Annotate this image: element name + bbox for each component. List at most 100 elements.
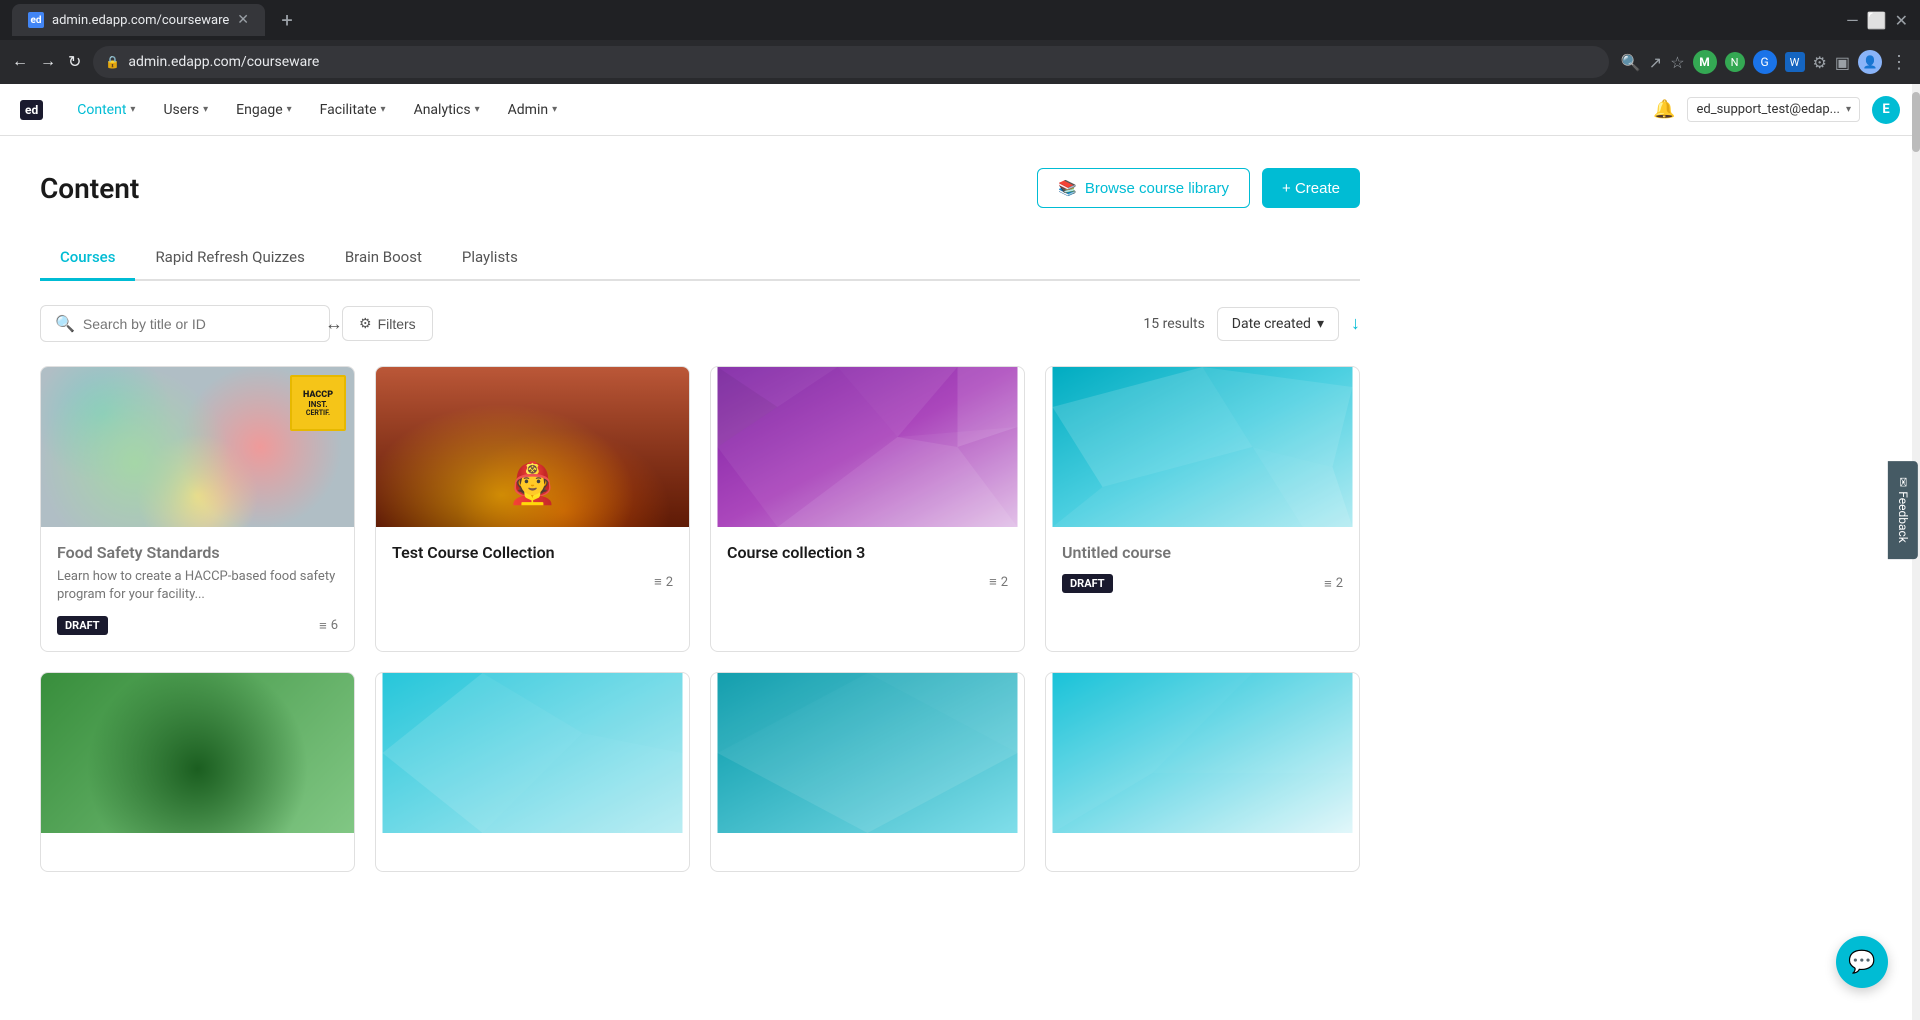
window-controls: — ⬜ ✕ — [1846, 11, 1908, 30]
logo-box: ed — [20, 100, 43, 120]
user-avatar[interactable]: E — [1872, 96, 1900, 124]
card-footer-1: DRAFT ≡ 6 — [57, 616, 338, 635]
nav-users[interactable]: Users ▾ — [151, 84, 220, 136]
card-title-3: Course collection 3 — [727, 543, 1008, 562]
app-logo[interactable]: ed — [20, 100, 49, 120]
course-card-6[interactable] — [375, 672, 690, 872]
course-card-image-7 — [711, 673, 1024, 833]
lesson-count-1: ≡ 6 — [319, 618, 338, 634]
facilitate-chevron-icon: ▾ — [381, 104, 386, 115]
nav-facilitate[interactable]: Facilitate ▾ — [308, 84, 398, 136]
share-icon[interactable]: ↗ — [1649, 53, 1662, 72]
app-container: ed Content ▾ Users ▾ Engage ▾ Facilitate… — [0, 84, 1920, 1020]
refresh-button[interactable]: ↻ — [68, 52, 81, 72]
chat-bubble[interactable]: 💬 — [1836, 936, 1888, 988]
address-field[interactable]: 🔒 admin.edapp.com/courseware — [93, 46, 1608, 78]
nav-content[interactable]: Content ▾ — [65, 84, 147, 136]
tab-playlists[interactable]: Playlists — [442, 236, 538, 281]
results-count: 15 results — [1143, 316, 1204, 332]
course-card-5[interactable] — [40, 672, 355, 872]
sidebar-toggle-icon[interactable]: ▣ — [1835, 53, 1850, 72]
card-body-3: Course collection 3 ≡ 2 — [711, 527, 1024, 606]
course-card-image-blue — [1046, 367, 1359, 527]
course-card-untitled[interactable]: Untitled course DRAFT ≡ 2 — [1045, 366, 1360, 652]
feedback-tab[interactable]: ✉ Feedback — [1888, 461, 1918, 559]
search-input[interactable] — [83, 316, 315, 332]
main-content: Content 📚 Browse course library + Create… — [0, 136, 1400, 904]
course-card-test-collection[interactable]: 🧑‍🚒 Test Course Collection ≡ 2 — [375, 366, 690, 652]
lesson-count-4: ≡ 2 — [1324, 576, 1343, 592]
lessons-icon-1: ≡ — [319, 618, 327, 634]
browser-chrome: ed admin.edapp.com/courseware ✕ + — ⬜ ✕ — [0, 0, 1920, 40]
draft-badge-1: DRAFT — [57, 616, 108, 635]
scrollbar-thumb[interactable] — [1912, 92, 1920, 152]
back-button[interactable]: ← — [12, 53, 28, 71]
course-card-7[interactable] — [710, 672, 1025, 872]
course-card-image-food: HACCP INST. CERTIF. — [41, 367, 354, 527]
filters-button[interactable]: ⚙ Filters — [342, 306, 433, 341]
course-card-food-safety[interactable]: HACCP INST. CERTIF. Food Safety Standard… — [40, 366, 355, 652]
lessons-icon-3: ≡ — [989, 574, 997, 590]
sort-direction-icon[interactable]: ↓ — [1351, 313, 1360, 334]
maximize-btn[interactable]: ⬜ — [1867, 11, 1887, 30]
browse-library-button[interactable]: 📚 Browse course library — [1037, 168, 1250, 208]
search-browser-icon[interactable]: 🔍 — [1621, 53, 1641, 72]
bookmark-icon[interactable]: ☆ — [1670, 53, 1684, 72]
tab-close-btn[interactable]: ✕ — [237, 12, 249, 28]
lesson-count-2: ≡ 2 — [654, 574, 673, 590]
tab-courses[interactable]: Courses — [40, 236, 135, 281]
lessons-icon-4: ≡ — [1324, 576, 1332, 592]
minimize-btn[interactable]: — — [1846, 11, 1859, 30]
browser-ext-2[interactable]: G — [1753, 50, 1777, 74]
course-card-image-6 — [376, 673, 689, 833]
header-actions: 📚 Browse course library + Create — [1037, 168, 1360, 208]
card-title-4: Untitled course — [1062, 543, 1343, 562]
feedback-icon: ✉ — [1896, 477, 1910, 487]
browser-menu-icon[interactable]: ⋮ — [1890, 52, 1908, 73]
create-button[interactable]: + Create — [1262, 168, 1360, 208]
card-body-6 — [376, 833, 689, 871]
search-icon: 🔍 — [55, 314, 75, 333]
browser-tab[interactable]: ed admin.edapp.com/courseware ✕ — [12, 4, 265, 36]
url-text: admin.edapp.com/courseware — [128, 54, 319, 70]
user-dropdown[interactable]: ed_support_test@edap... ▾ — [1687, 97, 1860, 122]
page-header: Content 📚 Browse course library + Create — [40, 168, 1360, 208]
engage-chevron-icon: ▾ — [287, 104, 292, 115]
filter-icon: ⚙ — [359, 315, 372, 332]
user-email: ed_support_test@edap... — [1696, 102, 1839, 117]
nav-analytics[interactable]: Analytics ▾ — [402, 84, 492, 136]
new-tab-button[interactable]: + — [273, 6, 301, 34]
tab-rapid-refresh[interactable]: Rapid Refresh Quizzes — [135, 236, 324, 281]
page-title: Content — [40, 172, 139, 205]
course-card-image-fire: 🧑‍🚒 — [376, 367, 689, 527]
browser-user-avatar[interactable]: 👤 — [1858, 50, 1882, 74]
lesson-count-3: ≡ 2 — [989, 574, 1008, 590]
close-btn[interactable]: ✕ — [1895, 11, 1908, 30]
extensions-icon[interactable]: ⚙ — [1813, 53, 1827, 72]
course-card-image-8 — [1046, 673, 1359, 833]
nav-right: 🔔 ed_support_test@edap... ▾ E — [1653, 96, 1900, 124]
browser-ext-3[interactable]: W — [1785, 52, 1805, 72]
course-card-8[interactable] — [1045, 672, 1360, 872]
course-grid: HACCP INST. CERTIF. Food Safety Standard… — [40, 366, 1360, 872]
search-filter-bar: 🔍 ↔ ⚙ Filters 15 results Date created ▾ … — [40, 305, 1360, 342]
address-actions: 🔍 ↗ ☆ M N G W ⚙ ▣ 👤 ⋮ — [1621, 50, 1908, 74]
forward-button[interactable]: → — [40, 53, 56, 71]
search-input-wrap[interactable]: 🔍 — [40, 305, 330, 342]
card-body-5 — [41, 833, 354, 871]
notifications-icon[interactable]: 🔔 — [1653, 99, 1675, 120]
address-bar: ← → ↻ 🔒 admin.edapp.com/courseware 🔍 ↗ ☆… — [0, 40, 1920, 84]
nav-admin[interactable]: Admin ▾ — [496, 84, 569, 136]
lessons-icon-2: ≡ — [654, 574, 662, 590]
user-chevron-icon: ▾ — [1846, 104, 1851, 115]
browser-profile-m[interactable]: M — [1693, 50, 1717, 74]
nav-engage[interactable]: Engage ▾ — [224, 84, 303, 136]
sort-dropdown[interactable]: Date created ▾ — [1217, 307, 1339, 341]
card-body-4: Untitled course DRAFT ≡ 2 — [1046, 527, 1359, 609]
course-card-collection-3[interactable]: Course collection 3 ≡ 2 — [710, 366, 1025, 652]
admin-chevron-icon: ▾ — [552, 104, 557, 115]
card-body-7 — [711, 833, 1024, 871]
card-footer-4: DRAFT ≡ 2 — [1062, 574, 1343, 593]
browser-ext-1[interactable]: N — [1725, 52, 1745, 72]
tab-brain-boost[interactable]: Brain Boost — [325, 236, 442, 281]
